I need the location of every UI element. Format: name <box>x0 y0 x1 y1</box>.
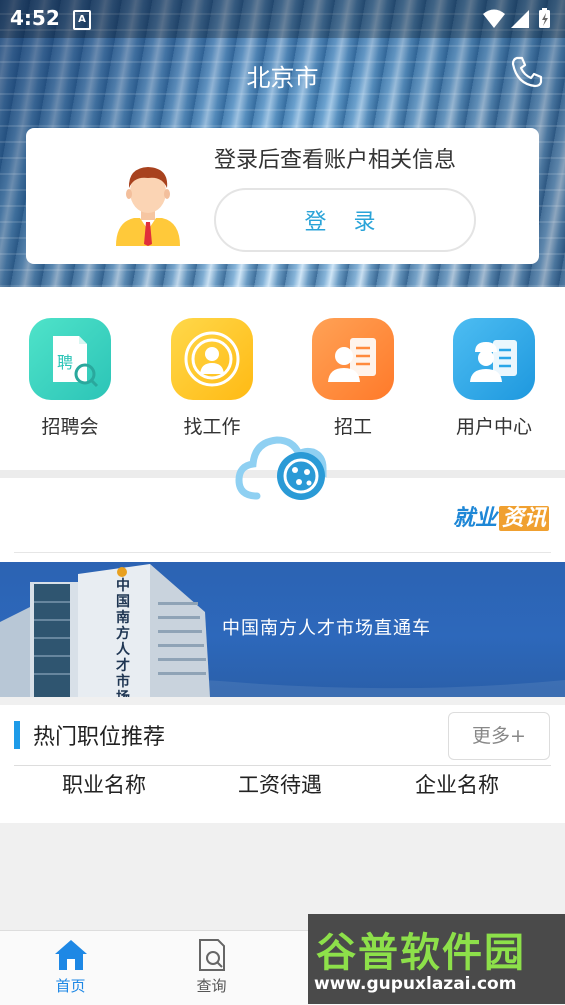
signal-icon <box>511 10 529 28</box>
home-icon <box>53 937 89 973</box>
more-button[interactable]: 更多+ <box>448 712 550 760</box>
recruit-icon <box>312 318 394 400</box>
find-job-icon <box>171 318 253 400</box>
quick-item-job-fair[interactable]: 聘 招聘会 <box>15 318 125 439</box>
watermark: 谷普软件园 www.gupuxlazai.com <box>308 914 565 1004</box>
phone-icon[interactable] <box>509 54 545 90</box>
news-tag-part1: 就业 <box>452 506 497 531</box>
news-tag-part2: 资讯 <box>498 506 549 531</box>
title-bar: 北京市 <box>0 38 565 110</box>
section-accent-bar <box>14 721 20 749</box>
job-fair-icon: 聘 <box>29 318 111 400</box>
tab-home[interactable]: 首页 <box>14 931 127 1005</box>
status-bar: 4:52 A <box>0 0 565 38</box>
search-doc-icon <box>194 937 230 973</box>
hot-jobs-section: 热门职位推荐 更多+ 职业名称 工资待遇 企业名称 <box>0 705 565 823</box>
quick-item-label: 用户中心 <box>455 416 532 438</box>
notification-icon: A <box>73 10 91 30</box>
login-card: 登录后查看账户相关信息 登 录 <box>26 128 539 264</box>
building-sign: 中国南方人才市场 <box>116 578 130 697</box>
wifi-icon <box>483 9 505 28</box>
tab-label: 查询 <box>196 977 227 995</box>
avatar <box>112 158 184 246</box>
banner[interactable]: 中国南方人才市场 中国南方人才市场直通车 <box>0 562 565 697</box>
divider <box>14 552 551 553</box>
quick-item-recruit[interactable]: 招工 <box>298 318 408 439</box>
column-header-job-name: 职业名称 <box>62 773 146 797</box>
tab-search[interactable]: 查询 <box>155 931 268 1005</box>
cloud-logo-icon <box>235 428 331 502</box>
news-tag[interactable]: 就业 资讯 <box>453 500 549 532</box>
watermark-url: www.gupuxlazai.com <box>314 974 517 994</box>
quick-item-find-job[interactable]: 找工作 <box>157 318 267 439</box>
banner-title: 中国南方人才市场直通车 <box>222 618 431 639</box>
svg-text:聘: 聘 <box>57 353 73 372</box>
city-selector[interactable]: 北京市 <box>0 58 565 93</box>
column-header-salary: 工资待遇 <box>238 773 322 797</box>
system-icons <box>481 8 553 34</box>
divider <box>14 765 551 766</box>
user-center-icon <box>453 318 535 400</box>
quick-item-label: 招聘会 <box>41 416 99 438</box>
quick-item-user-center[interactable]: 用户中心 <box>439 318 549 439</box>
login-tip: 登录后查看账户相关信息 <box>214 148 457 173</box>
login-button[interactable]: 登 录 <box>214 188 476 252</box>
status-time: 4:52 <box>10 6 60 30</box>
hot-jobs-title: 热门职位推荐 <box>33 725 166 750</box>
tab-label: 首页 <box>55 977 86 995</box>
watermark-brand: 谷普软件园 <box>316 930 526 976</box>
column-header-company: 企业名称 <box>415 773 499 797</box>
